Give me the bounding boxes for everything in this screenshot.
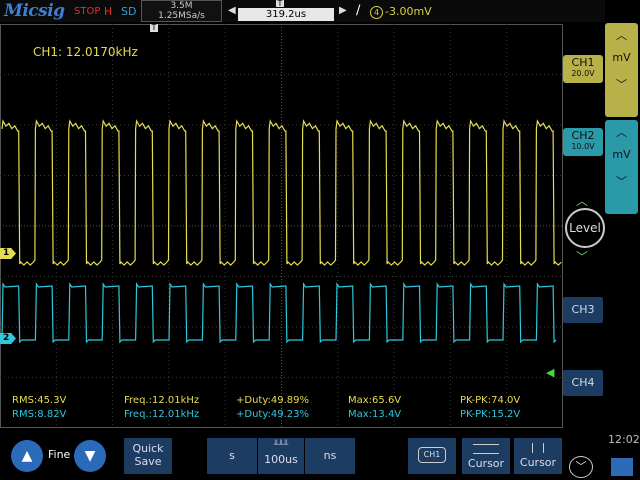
frequency-readout: CH1: 12.0170kHz — [33, 45, 138, 59]
acquisition-state[interactable]: STOP — [74, 6, 100, 17]
waveform-display[interactable] — [0, 24, 563, 428]
ch2-pkpk: PK-PK:15.2V — [460, 409, 521, 420]
ch1-button[interactable]: CH1 20.0V — [563, 55, 603, 83]
ch1-duty: +Duty:49.89% — [236, 395, 310, 406]
memory-depth: 3.5M — [170, 1, 193, 11]
trigger-level-marker-icon[interactable]: ◀ — [546, 366, 554, 379]
timebase-value-button[interactable]: ╨╨╨ 100us — [257, 438, 305, 474]
timebase-left-arrow-icon[interactable]: ◀ — [228, 5, 236, 16]
trigger-position-marker[interactable]: T — [150, 24, 158, 32]
sd-card-indicator: SD — [121, 5, 137, 18]
ch2-rms: RMS:8.82V — [12, 409, 67, 420]
timebase-s-button[interactable]: s — [207, 438, 257, 474]
timebase-right-arrow-icon[interactable]: ▶ — [339, 5, 347, 16]
brand-logo: Micsig — [4, 1, 65, 21]
ch1-label: CH1 — [571, 56, 595, 69]
quick-save-line2: Save — [134, 455, 162, 468]
ch2-duty: +Duty:49.23% — [236, 409, 310, 420]
ch2-scale: 10.0V — [571, 142, 595, 151]
fine-up-button[interactable]: ▲ — [11, 440, 43, 472]
quick-save-line1: Quick — [132, 442, 164, 455]
channel-select: CH1 — [418, 447, 446, 463]
fine-down-button[interactable]: ▼ — [74, 440, 106, 472]
rising-edge-icon[interactable]: ∕ — [356, 3, 360, 18]
cursor-label-2: Cursor — [519, 456, 557, 469]
timebase-value: 100us — [264, 453, 298, 466]
level-up-chevron-icon[interactable]: ︿ — [576, 192, 588, 209]
app-grid-icon[interactable] — [611, 458, 633, 476]
ch3-button[interactable]: CH3 — [563, 297, 603, 323]
ch1-rms: RMS:45.3V — [12, 395, 67, 406]
chevron-up-icon[interactable]: ︿ — [605, 27, 638, 43]
quick-save-button[interactable]: Quick Save — [124, 438, 172, 474]
horizontal-mode: H — [104, 5, 113, 18]
chevron-down-icon[interactable]: ﹀ — [605, 76, 638, 92]
ch1-unit: mV — [612, 51, 631, 64]
vertical-cursor-icon — [532, 443, 544, 453]
timebase-ns-button[interactable]: ns — [305, 438, 355, 474]
cursor-label-1: Cursor — [467, 457, 505, 470]
ch1-scale: 20.0V — [571, 69, 595, 78]
sample-rate: 1.25MSa/s — [158, 11, 205, 21]
ch2-volts-selector[interactable]: ︿ mV ﹀ — [605, 120, 638, 214]
clock: 12:02 — [608, 433, 640, 446]
trigger-channel[interactable]: 4 — [370, 6, 383, 19]
ch2-label: CH2 — [571, 129, 595, 142]
memory-samplerate-box[interactable]: 3.5M 1.25MSa/s — [141, 0, 222, 22]
cursor-vertical-button[interactable]: Cursor — [514, 438, 562, 474]
collapse-menu-button[interactable]: ﹀ — [569, 456, 593, 478]
level-down-chevron-icon[interactable]: ﹀ — [576, 248, 588, 265]
status-bar: Micsig STOP H SD 3.5M 1.25MSa/s ◀ T 319.… — [0, 0, 605, 22]
ch1-freq: Freq.:12.01kHz — [124, 395, 200, 406]
trigger-level[interactable]: -3.00mV — [385, 5, 432, 18]
ch2-button[interactable]: CH2 10.0V — [563, 128, 603, 156]
ch1-max: Max:65.6V — [348, 395, 402, 406]
chevron-up-icon[interactable]: ︿ — [605, 124, 638, 140]
ruler-icon: ╨╨╨ — [273, 440, 289, 449]
ch1-pkpk: PK-PK:74.0V — [460, 395, 521, 406]
channel-select-button[interactable]: CH1 — [408, 438, 456, 474]
ch2-unit: mV — [612, 148, 631, 161]
ch2-max: Max:13.4V — [348, 409, 402, 420]
level-button[interactable]: Level — [565, 208, 605, 248]
fine-label: Fine — [48, 448, 71, 461]
trigger-position-icon: T — [276, 0, 284, 8]
ch1-volts-selector[interactable]: ︿ mV ﹀ — [605, 23, 638, 117]
chevron-down-icon[interactable]: ﹀ — [605, 173, 638, 189]
horizontal-cursor-icon — [473, 444, 499, 454]
ch2-freq: Freq.:12.01kHz — [124, 409, 200, 420]
timebase-offset[interactable]: 319.2us — [238, 8, 334, 21]
cursor-horizontal-button[interactable]: Cursor — [462, 438, 510, 474]
ch4-button[interactable]: CH4 — [563, 370, 603, 396]
